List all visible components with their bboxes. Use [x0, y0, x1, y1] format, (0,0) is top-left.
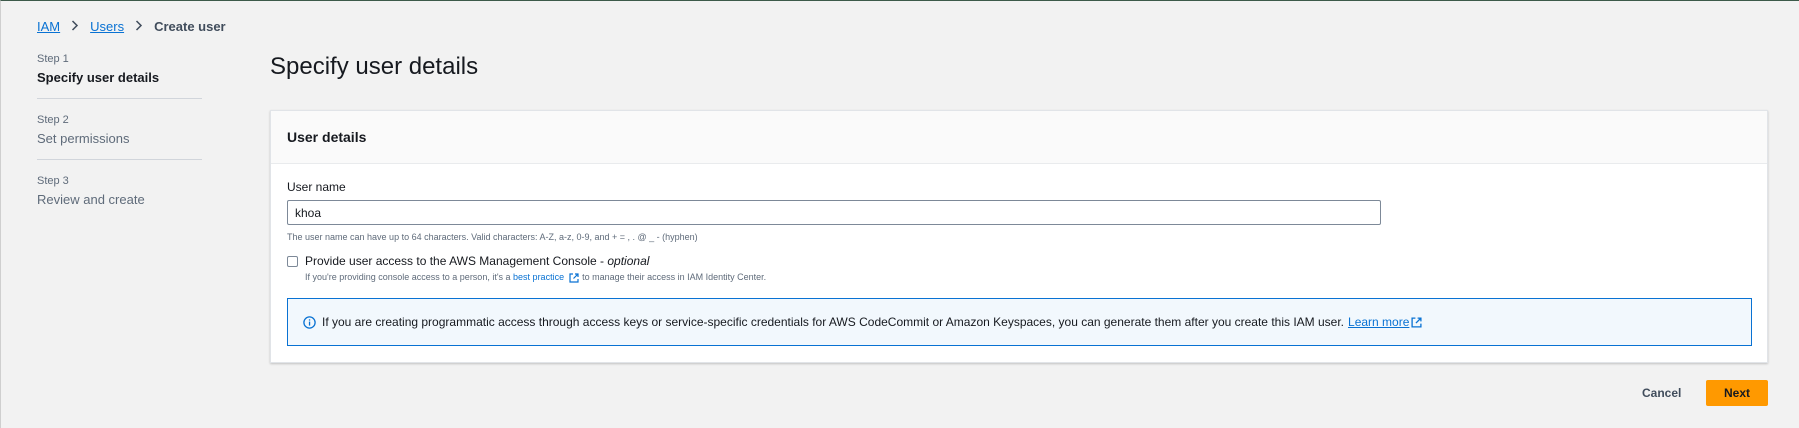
step-number: Step 1 [37, 53, 69, 65]
next-button[interactable]: Next [1706, 380, 1768, 406]
info-alert-text: If you are creating programmatic access … [322, 315, 1345, 329]
step-label: Set permissions [37, 131, 130, 146]
step-divider [37, 159, 202, 160]
breadcrumb-iam-link[interactable]: IAM [37, 19, 60, 34]
console-access-description: If you're providing console access to a … [305, 272, 767, 283]
breadcrumb-current: Create user [154, 19, 226, 34]
console-access-desc-prefix: If you're providing console access to a … [305, 272, 514, 282]
chevron-right-icon [71, 19, 79, 34]
learn-more-link[interactable]: Learn more [1348, 315, 1409, 329]
step-number: Step 3 [37, 175, 69, 187]
panel-header: User details [271, 111, 1767, 164]
console-access-checkbox[interactable] [287, 256, 298, 267]
console-access-label[interactable]: Provide user access to the AWS Managemen… [305, 254, 649, 268]
wizard-step-3: Step 3 Review and create [37, 175, 202, 207]
optional-tag: optional [607, 254, 650, 268]
chevron-right-icon [135, 19, 143, 34]
breadcrumb: IAM Users Create user [37, 19, 226, 34]
console-access-label-text: Provide user access to the AWS Managemen… [305, 254, 608, 268]
user-details-panel: User details User name The user name can… [270, 110, 1768, 363]
best-practice-link[interactable]: best practice [513, 272, 564, 282]
wizard-step-2: Step 2 Set permissions [37, 114, 202, 146]
step-label: Review and create [37, 192, 145, 207]
external-link-icon[interactable] [1411, 316, 1422, 328]
cancel-button[interactable]: Cancel [1630, 380, 1693, 406]
console-access-desc-suffix: to manage their access in IAM Identity C… [579, 272, 767, 282]
external-link-icon[interactable] [568, 273, 579, 283]
breadcrumb-users-link[interactable]: Users [90, 19, 124, 34]
page-title: Specify user details [270, 53, 479, 80]
step-divider [37, 98, 202, 99]
info-icon [303, 315, 316, 329]
username-constraint-text: The user name can have up to 64 characte… [287, 232, 698, 242]
info-alert: If you are creating programmatic access … [287, 298, 1752, 346]
username-label: User name [287, 180, 346, 194]
step-number: Step 2 [37, 114, 69, 126]
panel-title: User details [287, 129, 367, 145]
username-input[interactable] [287, 200, 1381, 225]
wizard-step-1[interactable]: Step 1 Specify user details [37, 53, 202, 85]
wizard-steps: Step 1 Specify user details Step 2 Set p… [37, 53, 202, 207]
step-label: Specify user details [37, 70, 160, 85]
